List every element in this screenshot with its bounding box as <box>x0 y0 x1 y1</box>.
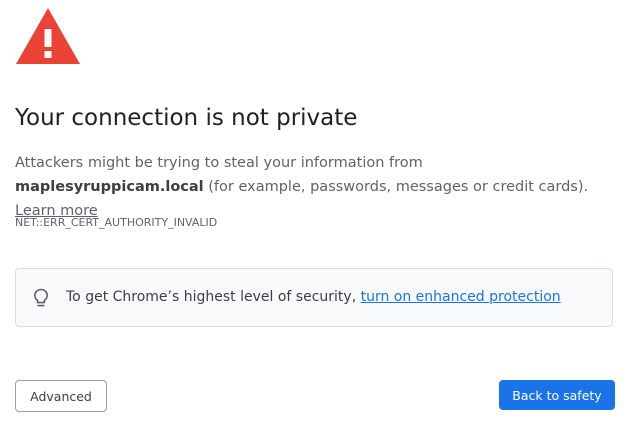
interstitial-page: Your connection is not private Attackers… <box>0 0 633 445</box>
description-text-after: (for example, passwords, messages or cre… <box>203 179 589 195</box>
error-code: NET::ERR_CERT_AUTHORITY_INVALID <box>15 216 218 229</box>
enhanced-protection-link[interactable]: turn on enhanced protection <box>361 289 561 305</box>
back-to-safety-button[interactable]: Back to safety <box>499 380 615 410</box>
security-message: To get Chrome’s highest level of securit… <box>66 289 561 305</box>
lightbulb-icon <box>34 288 48 307</box>
warning-triangle-icon <box>16 8 80 64</box>
advanced-button[interactable]: Advanced <box>15 380 107 412</box>
site-domain: maplesyruppicam.local <box>15 179 204 195</box>
enhanced-protection-banner: To get Chrome’s highest level of securit… <box>15 268 613 327</box>
warning-description: Attackers might be trying to steal your … <box>15 151 615 223</box>
page-title: Your connection is not private <box>15 105 358 131</box>
description-text-before: Attackers might be trying to steal your … <box>15 155 423 171</box>
security-message-text: To get Chrome’s highest level of securit… <box>66 289 361 305</box>
